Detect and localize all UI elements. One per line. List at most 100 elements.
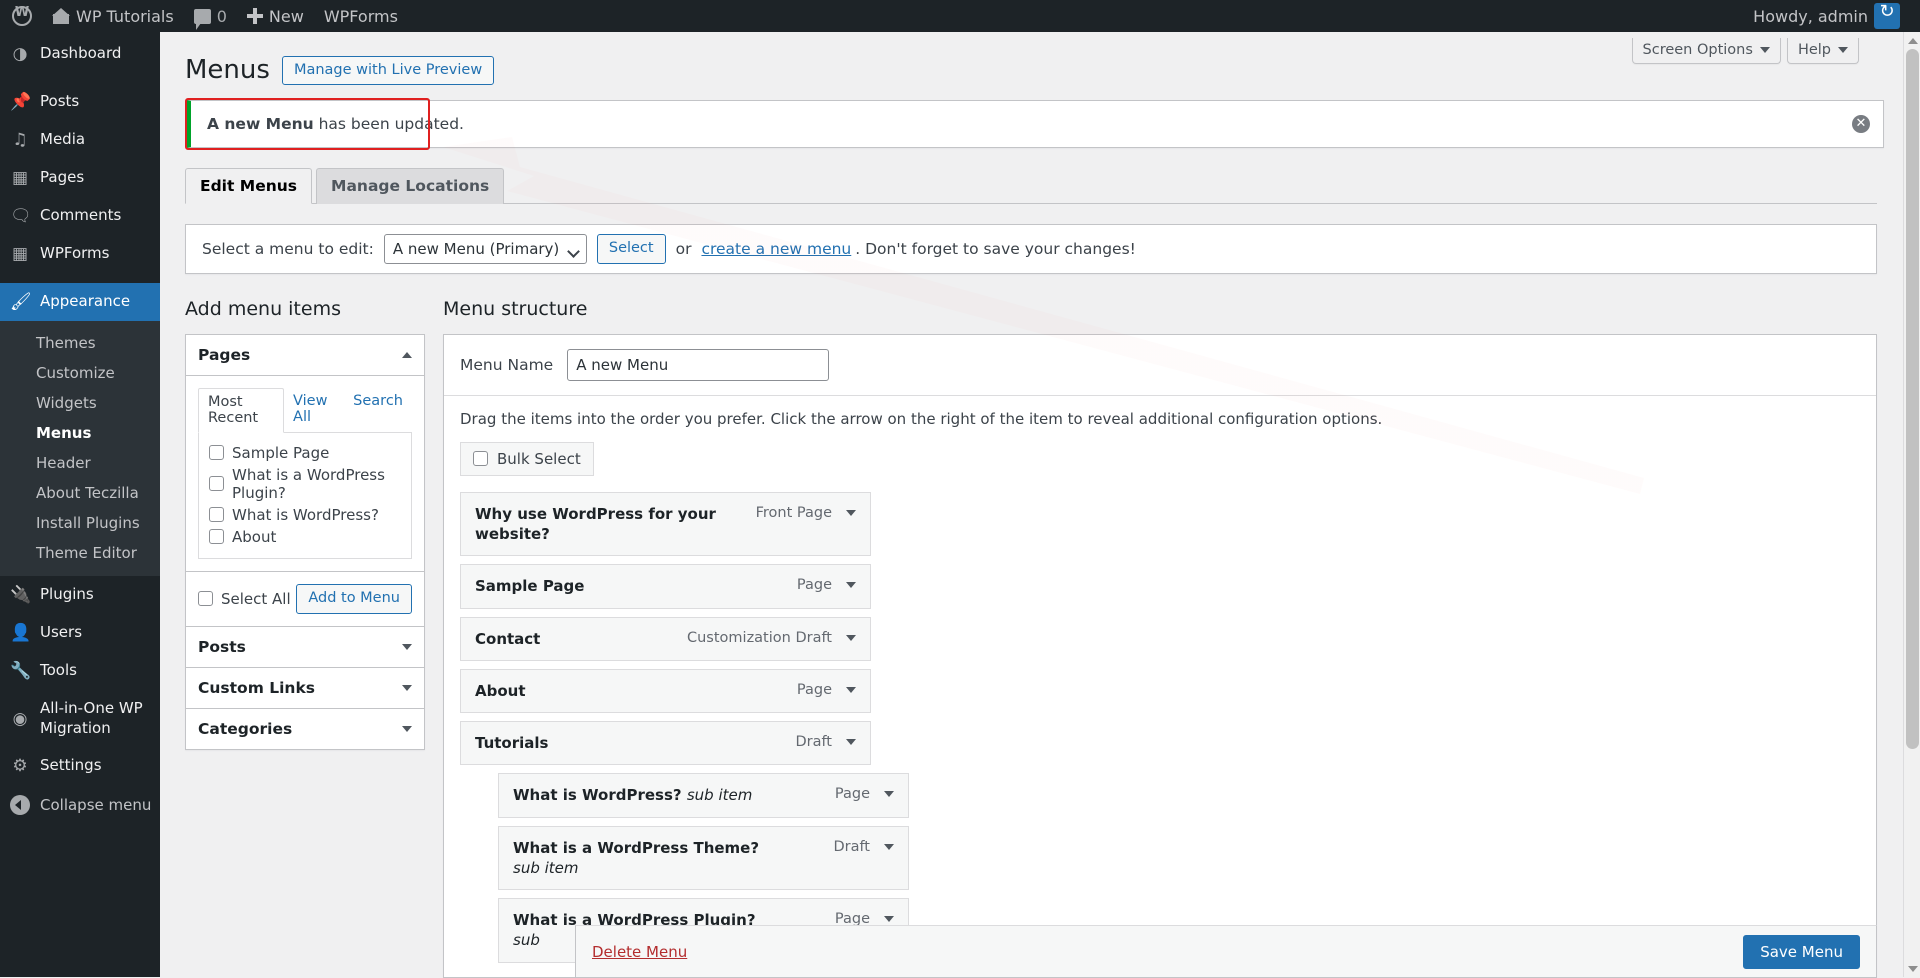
- bulk-select-toggle[interactable]: Bulk Select: [460, 441, 594, 476]
- submenu-item-themes[interactable]: Themes: [0, 328, 160, 358]
- subtab-most-recent[interactable]: Most Recent: [198, 387, 285, 433]
- list-item[interactable]: Sample Page: [209, 442, 401, 464]
- dismiss-close-icon[interactable]: ✕: [1852, 114, 1870, 133]
- chevron-down-icon[interactable]: [402, 684, 412, 691]
- sidebar-item-plugins[interactable]: 🔌 Plugins: [0, 576, 160, 614]
- scroll-up-arrow-icon[interactable]: [1904, 32, 1920, 49]
- wordpress-logo-menu[interactable]: [0, 0, 42, 32]
- checkbox[interactable]: [473, 451, 488, 467]
- menu-item-sub-label: sub: [513, 931, 540, 950]
- sidebar-item-posts[interactable]: 📌 Posts: [0, 83, 160, 121]
- menu-item-row[interactable]: Sample Page Page: [460, 564, 871, 609]
- select-all-row[interactable]: Select All: [198, 588, 291, 610]
- page-scrollbar[interactable]: [1903, 32, 1920, 977]
- menu-item-title: Contact: [475, 629, 541, 648]
- chevron-down-icon[interactable]: [884, 791, 894, 798]
- sidebar-item-label: Tools: [40, 661, 77, 680]
- sidebar-item-appearance[interactable]: 🖌 Appearance: [0, 283, 168, 321]
- accordion-header-custom-links[interactable]: Custom Links: [186, 667, 424, 709]
- sidebar-item-users[interactable]: 👤 Users: [0, 614, 160, 652]
- chevron-down-icon[interactable]: [846, 509, 856, 516]
- screen-options-button[interactable]: Screen Options: [1631, 38, 1781, 64]
- sidebar-item-label: Plugins: [40, 585, 94, 604]
- menu-structure-body: Drag the items into the order you prefer…: [444, 396, 1876, 977]
- sidebar-item-all-in-one-wp-migration[interactable]: ◉ All-in-One WP Migration: [0, 690, 160, 747]
- checkbox[interactable]: [209, 507, 224, 523]
- sidebar-item-tools[interactable]: 🔧 Tools: [0, 652, 160, 690]
- checkbox[interactable]: [209, 445, 224, 461]
- menu-select-dropdown[interactable]: A new Menu (Primary): [383, 233, 587, 264]
- menu-item-type: Front Page: [755, 504, 832, 521]
- scrollbar-thumb[interactable]: [1906, 49, 1919, 749]
- chevron-down-icon[interactable]: [402, 725, 412, 732]
- list-item[interactable]: What is a WordPress Plugin?: [209, 464, 401, 504]
- collapse-menu-button[interactable]: Collapse menu: [0, 785, 160, 825]
- add-to-menu-button[interactable]: Add to Menu: [296, 583, 412, 614]
- chevron-down-icon[interactable]: [402, 643, 412, 650]
- accordion-header-posts[interactable]: Posts: [186, 626, 424, 668]
- accordion-header-pages[interactable]: Pages: [186, 334, 424, 376]
- submenu-item-header[interactable]: Header: [0, 448, 160, 478]
- menu-item-sub-label: sub item: [513, 858, 579, 877]
- chevron-down-icon[interactable]: [884, 843, 894, 850]
- tab-edit-menus[interactable]: Edit Menus: [185, 167, 313, 204]
- scroll-down-arrow-icon[interactable]: [1904, 960, 1920, 977]
- checkbox[interactable]: [209, 529, 224, 545]
- sidebar-item-pages[interactable]: ▦ Pages: [0, 159, 160, 197]
- submenu-item-customize[interactable]: Customize: [0, 358, 160, 388]
- checkbox[interactable]: [198, 591, 213, 607]
- menu-item-type: Draft: [795, 734, 832, 751]
- new-content-menu[interactable]: New: [237, 0, 314, 32]
- menu-item-row[interactable]: Tutorials Draft: [460, 721, 871, 766]
- checkbox[interactable]: [209, 476, 224, 492]
- subtab-search[interactable]: Search: [344, 388, 412, 432]
- subtab-view-all[interactable]: View All: [284, 388, 344, 432]
- menu-item-row[interactable]: About Page: [460, 668, 871, 714]
- chevron-up-icon[interactable]: [402, 351, 412, 358]
- menu-name-input[interactable]: [567, 348, 830, 381]
- submenu-item-menus[interactable]: Menus: [0, 418, 160, 448]
- delete-menu-link[interactable]: Delete Menu: [592, 943, 687, 961]
- chevron-down-icon[interactable]: [846, 582, 856, 589]
- menu-items-list: Why use WordPress for your website? Fron…: [460, 491, 1860, 963]
- submenu-item-about-teczilla[interactable]: About Teczilla: [0, 478, 160, 508]
- menu-item-row[interactable]: What is WordPress? sub item Page: [498, 773, 909, 818]
- submenu-item-widgets[interactable]: Widgets: [0, 388, 160, 418]
- menu-item-row[interactable]: What is a WordPress Theme? sub item Draf…: [498, 825, 909, 891]
- pages-checkbox-list: Sample Page What is a WordPress Plugin? …: [198, 432, 412, 559]
- sidebar-item-media[interactable]: ♫ Media: [0, 121, 160, 159]
- comments-bubble[interactable]: 0: [184, 0, 237, 32]
- submenu-item-theme-editor[interactable]: Theme Editor: [0, 538, 160, 568]
- create-a-new-menu-link[interactable]: create a new menu: [701, 240, 851, 258]
- list-item[interactable]: What is WordPress?: [209, 504, 401, 526]
- menu-item-title: Sample Page: [475, 577, 585, 596]
- chevron-down-icon[interactable]: [846, 686, 856, 693]
- howdy-label: Howdy, admin: [1753, 6, 1868, 26]
- wpforms-label: WPForms: [323, 6, 398, 26]
- chevron-down-icon[interactable]: [846, 634, 856, 641]
- adminbar-wpforms[interactable]: WPForms: [314, 0, 408, 32]
- admin-sidebar: ◑ Dashboard 📌 Posts ♫ Media ▦ Pages 🗨 Co…: [0, 32, 168, 977]
- accordion-title: Custom Links: [198, 678, 315, 697]
- manage-with-live-preview-button[interactable]: Manage with Live Preview: [281, 56, 495, 86]
- tab-manage-locations[interactable]: Manage Locations: [316, 167, 505, 204]
- submenu-item-install-plugins[interactable]: Install Plugins: [0, 508, 160, 538]
- pages-subtabs: Most Recent View All Search: [198, 387, 412, 433]
- sidebar-item-wpforms[interactable]: ▦ WPForms: [0, 235, 160, 273]
- help-button[interactable]: Help: [1786, 38, 1859, 64]
- select-button[interactable]: Select: [596, 233, 666, 264]
- accordion-header-categories[interactable]: Categories: [186, 708, 424, 749]
- howdy-account-menu[interactable]: Howdy, admin: [1743, 0, 1920, 32]
- chevron-down-icon[interactable]: [884, 916, 894, 923]
- drag-hint-text: Drag the items into the order you prefer…: [460, 409, 1383, 428]
- site-name-menu[interactable]: WP Tutorials: [42, 0, 184, 32]
- save-menu-button[interactable]: Save Menu: [1743, 934, 1860, 969]
- menu-item-row[interactable]: Contact Customization Draft: [460, 616, 871, 661]
- menu-name-row: Menu Name: [444, 334, 1876, 396]
- list-item[interactable]: About: [209, 526, 401, 548]
- sidebar-item-comments[interactable]: 🗨 Comments: [0, 197, 160, 235]
- menu-item-row[interactable]: Why use WordPress for your website? Fron…: [460, 491, 871, 557]
- sidebar-item-settings[interactable]: ⚙ Settings: [0, 747, 160, 785]
- sidebar-item-dashboard[interactable]: ◑ Dashboard: [0, 32, 160, 73]
- chevron-down-icon[interactable]: [846, 739, 856, 746]
